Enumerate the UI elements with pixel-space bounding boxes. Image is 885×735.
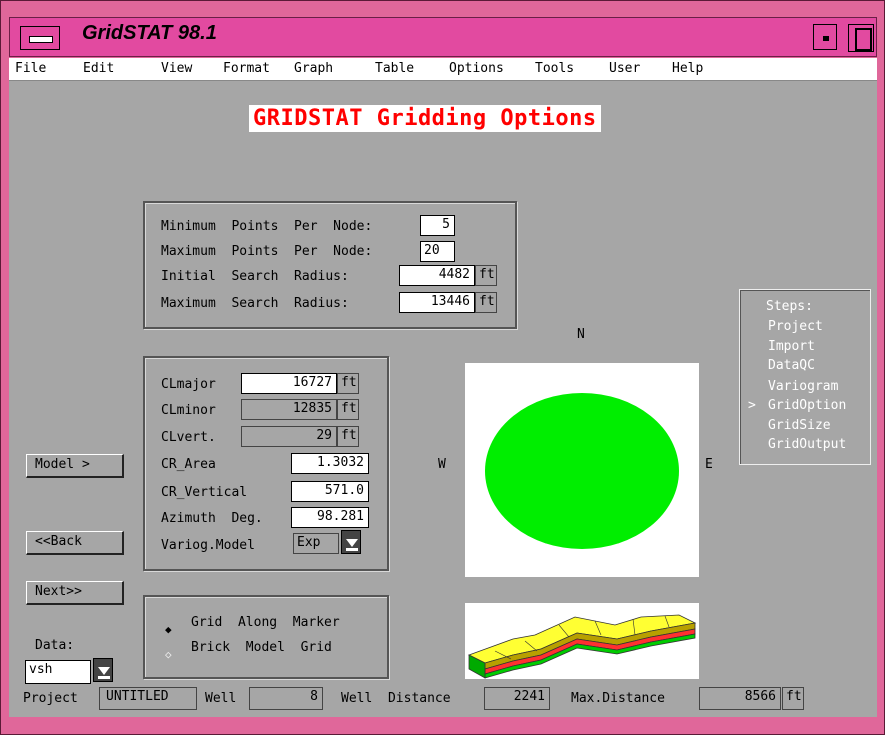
clvert-label: CLvert.: [161, 430, 216, 445]
grid-option-panel: [143, 595, 389, 679]
radio-selected-icon: ◆: [165, 623, 172, 636]
menu-format[interactable]: Format: [223, 61, 270, 76]
clmajor-label: CLmajor: [161, 377, 216, 392]
current-step-marker-icon: >: [748, 398, 756, 413]
anisotropy-ellipse: [485, 393, 679, 549]
step-gridoption[interactable]: GridOption: [768, 398, 846, 413]
maximize-icon: [855, 28, 872, 51]
window-menu-icon: [29, 36, 53, 43]
well-distance-label: Well Distance: [341, 691, 451, 706]
dropdown-bar-icon: [98, 676, 110, 679]
chevron-down-icon: [98, 667, 110, 675]
step-project[interactable]: Project: [768, 319, 823, 334]
menu-tools[interactable]: Tools: [535, 61, 574, 76]
menu-file[interactable]: File: [15, 61, 46, 76]
next-button[interactable]: Next>>: [26, 581, 124, 605]
project-value: UNTITLED: [99, 687, 197, 710]
chevron-down-icon: [346, 539, 358, 547]
min-points-field[interactable]: 5: [420, 215, 455, 236]
menu-table[interactable]: Table: [375, 61, 414, 76]
clminor-field: 12835: [241, 399, 337, 420]
max-radius-field[interactable]: 13446: [399, 292, 475, 313]
clvert-field: 29: [241, 426, 337, 447]
max-distance-label: Max.Distance: [571, 691, 665, 706]
minimize-icon: [823, 36, 829, 41]
steps-panel: Steps: Project Import DataQC Variogram >…: [739, 289, 871, 465]
initial-radius-label: Initial Search Radius:: [161, 269, 349, 284]
project-label: Project: [23, 691, 78, 706]
min-points-label: Minimum Points Per Node:: [161, 219, 373, 234]
max-radius-label: Maximum Search Radius:: [161, 296, 349, 311]
step-gridsize[interactable]: GridSize: [768, 418, 831, 433]
well-distance-value: 2241: [484, 687, 550, 710]
cr-area-field[interactable]: 1.3032: [291, 453, 369, 474]
menu-help[interactable]: Help: [672, 61, 703, 76]
application-window: GridSTAT 98.1 File Edit View Format Grap…: [0, 0, 885, 735]
compass-west-label: W: [438, 457, 446, 472]
brick-model-grid-label: Brick Model Grid: [191, 640, 332, 655]
data-select[interactable]: vsh: [25, 660, 91, 684]
step-gridoutput[interactable]: GridOutput: [768, 437, 846, 452]
data-dropdown[interactable]: [93, 658, 113, 682]
max-points-label: Maximum Points Per Node:: [161, 244, 373, 259]
window-title: GridSTAT 98.1: [82, 22, 217, 44]
initial-radius-unit: ft: [475, 265, 497, 286]
radio-unselected-icon: ◇: [165, 648, 172, 661]
max-radius-unit: ft: [475, 292, 497, 313]
ellipse-svg: [485, 393, 679, 549]
title-bar[interactable]: GridSTAT 98.1: [9, 17, 877, 57]
step-dataqc[interactable]: DataQC: [768, 358, 815, 373]
steps-title: Steps:: [766, 299, 813, 314]
dropdown-bar-icon: [346, 548, 358, 551]
azimuth-field[interactable]: 98.281: [291, 507, 369, 528]
clminor-label: CLminor: [161, 403, 216, 418]
menu-graph[interactable]: Graph: [294, 61, 333, 76]
minimize-button[interactable]: [813, 24, 837, 50]
grid-model-svg: [467, 614, 697, 679]
variog-model-dropdown[interactable]: [341, 530, 361, 554]
max-points-field[interactable]: 20: [420, 241, 455, 262]
well-label: Well: [205, 691, 237, 706]
menu-edit[interactable]: Edit: [83, 61, 114, 76]
menu-user[interactable]: User: [609, 61, 640, 76]
menu-options[interactable]: Options: [449, 61, 504, 76]
step-variogram[interactable]: Variogram: [768, 379, 838, 394]
menu-bar: File Edit View Format Graph Table Option…: [9, 58, 877, 81]
maximize-button[interactable]: [848, 24, 874, 52]
data-label: Data:: [35, 638, 75, 653]
step-import[interactable]: Import: [768, 339, 815, 354]
variog-model-select[interactable]: Exp: [293, 533, 339, 554]
cr-vertical-label: CR_Vertical: [161, 485, 248, 500]
back-button[interactable]: <<Back: [26, 531, 124, 555]
max-distance-value: 8566: [699, 687, 781, 710]
menu-view[interactable]: View: [161, 61, 192, 76]
page-title: GRIDSTAT Gridding Options: [249, 105, 601, 132]
anisotropy-ellipse-view: [465, 363, 699, 577]
azimuth-label: Azimuth Deg.: [161, 511, 263, 526]
clmajor-unit: ft: [337, 373, 359, 394]
cr-vertical-field[interactable]: 571.0: [291, 481, 369, 502]
well-value: 8: [249, 687, 323, 710]
initial-radius-field[interactable]: 4482: [399, 265, 475, 286]
clmajor-field[interactable]: 16727: [241, 373, 337, 394]
max-distance-unit: ft: [782, 687, 804, 710]
cr-area-label: CR_Area: [161, 457, 216, 472]
compass-east-label: E: [705, 457, 713, 472]
grid-model-preview: [465, 603, 699, 679]
model-button[interactable]: Model >: [26, 454, 124, 478]
grid-along-marker-label: Grid Along Marker: [191, 615, 340, 630]
variog-model-label: Variog.Model: [161, 538, 255, 553]
clvert-unit: ft: [337, 426, 359, 447]
compass-north-label: N: [577, 327, 585, 342]
clminor-unit: ft: [337, 399, 359, 420]
window-menu-button[interactable]: [20, 26, 60, 50]
